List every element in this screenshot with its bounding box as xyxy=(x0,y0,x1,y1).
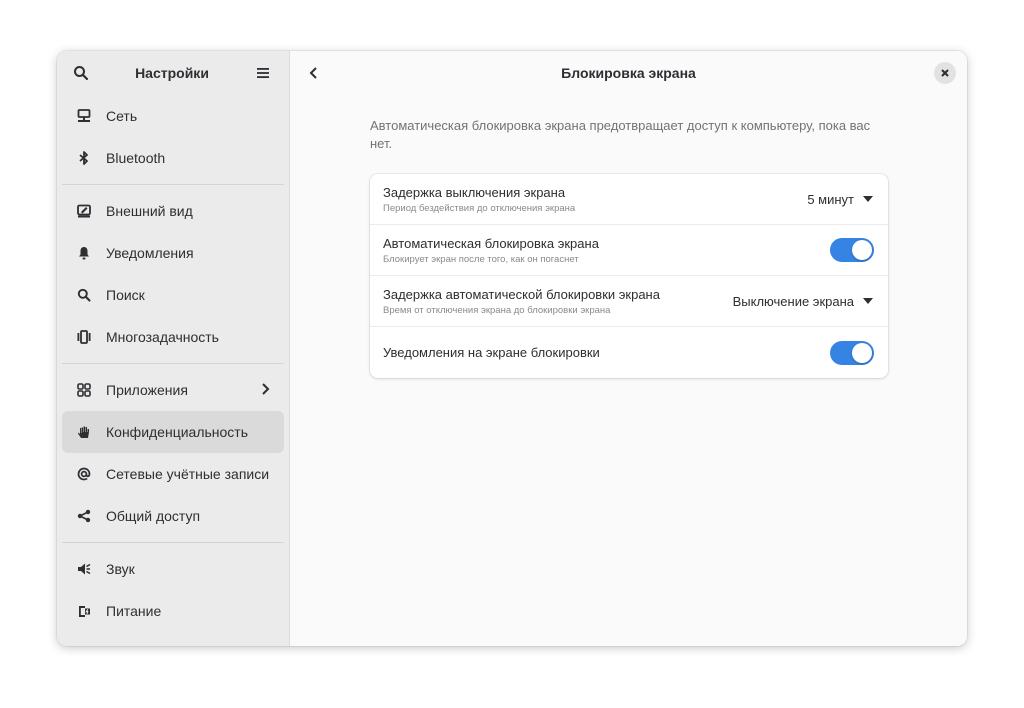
auto-lock-delay-row[interactable]: Задержка автоматической блокировки экран… xyxy=(370,276,888,327)
header-bar: Блокировка экрана xyxy=(290,51,967,95)
close-icon xyxy=(941,69,949,77)
row-title: Автоматическая блокировка экрана xyxy=(383,235,599,251)
page-title: Блокировка экрана xyxy=(561,65,696,81)
sidebar-item-sharing[interactable]: Общий доступ xyxy=(62,495,284,537)
sidebar-item-label: Питание xyxy=(106,603,162,619)
sidebar-item-label: Внешний вид xyxy=(106,203,193,219)
multitasking-icon xyxy=(76,329,92,345)
page-description: Автоматическая блокировка экрана предотв… xyxy=(370,118,871,151)
sidebar-item-online-accounts[interactable]: Сетевые учётные записи xyxy=(62,453,284,495)
sidebar-item-label: Звук xyxy=(106,561,135,577)
sidebar-item-label: Конфиденциальность xyxy=(106,424,249,440)
auto-lock-delay-dropdown[interactable]: Выключение экрана xyxy=(733,294,876,309)
sidebar-item-network[interactable]: Сеть xyxy=(62,95,284,137)
search-icon xyxy=(76,287,92,303)
dropdown-arrow-icon xyxy=(863,196,873,202)
settings-window: Настройки Сеть Bluetooth Внешний вид Уве… xyxy=(57,51,967,646)
toggle-knob xyxy=(852,240,872,260)
at-icon xyxy=(76,466,92,482)
main-menu-button[interactable] xyxy=(251,61,275,85)
dropdown-value: 5 минут xyxy=(807,191,854,207)
row-title: Задержка выключения экрана xyxy=(383,184,566,200)
bell-icon xyxy=(76,245,92,261)
sidebar-item-label: Приложения xyxy=(106,382,188,398)
power-icon xyxy=(76,603,92,619)
sidebar-nav: Сеть Bluetooth Внешний вид Уведомления П… xyxy=(57,95,289,632)
sidebar-item-privacy[interactable]: Конфиденциальность xyxy=(62,411,284,453)
sidebar-item-sound[interactable]: Звук xyxy=(62,548,284,590)
dropdown-arrow-icon xyxy=(863,298,873,304)
sidebar-item-bluetooth[interactable]: Bluetooth xyxy=(62,137,284,179)
screen-blank-delay-row[interactable]: Задержка выключения экрана Период бездей… xyxy=(370,174,888,225)
appearance-icon xyxy=(76,203,92,219)
search-icon xyxy=(74,66,89,81)
sidebar-item-label: Сетевые учётные записи xyxy=(106,466,270,482)
sidebar-item-label: Многозадачность xyxy=(106,329,219,345)
sidebar-title: Настройки xyxy=(135,65,209,81)
row-subtitle: Период бездействия до отключения экрана xyxy=(383,202,576,214)
row-texts: Уведомления на экране блокировки xyxy=(383,344,830,361)
sidebar-item-multitasking[interactable]: Многозадачность xyxy=(62,316,284,358)
apps-icon xyxy=(76,382,92,398)
sidebar-item-power[interactable]: Питание xyxy=(62,590,284,632)
sidebar-header: Настройки xyxy=(57,51,289,95)
sidebar-item-label: Поиск xyxy=(106,287,145,303)
sidebar-item-search[interactable]: Поиск xyxy=(62,274,284,316)
share-icon xyxy=(76,508,92,524)
sidebar-separator xyxy=(62,184,284,185)
row-texts: Автоматическая блокировка экрана Блокиру… xyxy=(383,235,830,266)
auto-lock-row[interactable]: Автоматическая блокировка экрана Блокиру… xyxy=(370,225,888,276)
hamburger-icon xyxy=(257,68,269,78)
hand-icon xyxy=(76,424,92,440)
row-texts: Задержка выключения экрана Период бездей… xyxy=(383,184,807,215)
chevron-right-icon xyxy=(260,382,272,399)
lock-screen-notifications-toggle[interactable] xyxy=(830,340,874,365)
sidebar-item-apps[interactable]: Приложения xyxy=(62,369,284,411)
network-icon xyxy=(76,108,92,124)
sidebar-item-label: Уведомления xyxy=(106,245,194,261)
sidebar-item-label: Сеть xyxy=(106,108,138,124)
sidebar-separator xyxy=(62,542,284,543)
sidebar-item-appearance[interactable]: Внешний вид xyxy=(62,190,284,232)
lock-screen-notifications-row[interactable]: Уведомления на экране блокировки xyxy=(370,327,888,378)
auto-lock-toggle[interactable] xyxy=(830,238,874,262)
speaker-icon xyxy=(76,561,92,577)
row-subtitle: Блокирует экран после того, как он погас… xyxy=(383,253,579,265)
sidebar-item-label: Общий доступ xyxy=(106,508,201,524)
row-title: Уведомления на экране блокировки xyxy=(383,345,600,360)
content-pane: Блокировка экрана Автоматическая блокиро… xyxy=(290,51,967,646)
settings-list: Задержка выключения экрана Период бездей… xyxy=(370,174,888,378)
toggle-knob xyxy=(852,342,872,363)
sidebar-item-notifications[interactable]: Уведомления xyxy=(62,232,284,274)
dropdown-value: Выключение экрана xyxy=(732,293,854,309)
bluetooth-icon xyxy=(76,150,92,166)
sidebar-separator xyxy=(62,363,284,364)
sidebar: Настройки Сеть Bluetooth Внешний вид Уве… xyxy=(57,51,290,646)
sidebar-item-label: Bluetooth xyxy=(106,150,166,166)
row-title: Задержка автоматической блокировки экран… xyxy=(383,286,660,302)
row-texts: Задержка автоматической блокировки экран… xyxy=(383,286,733,317)
close-button[interactable] xyxy=(934,62,956,84)
screen-blank-delay-dropdown[interactable]: 5 минут xyxy=(807,192,876,207)
search-button[interactable] xyxy=(69,61,93,85)
row-subtitle: Время от отключения экрана до блокировки… xyxy=(383,304,611,316)
